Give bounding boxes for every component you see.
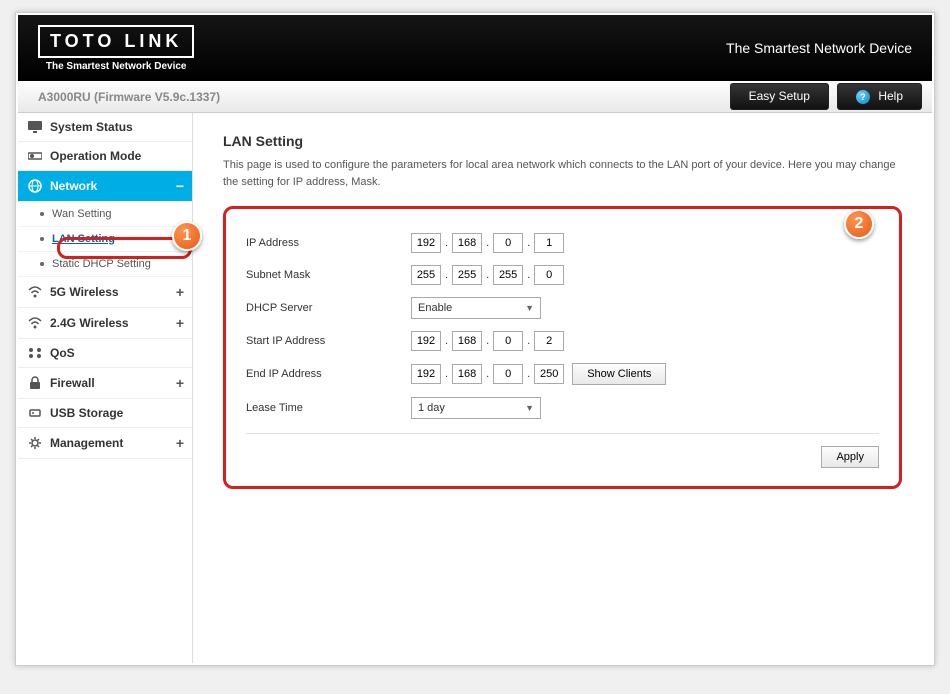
end-ip-octet-4[interactable]	[534, 364, 564, 384]
subnet-mask-octet-1[interactable]	[411, 265, 441, 285]
usb-icon	[26, 407, 44, 419]
help-label: Help	[878, 89, 903, 103]
start-ip-octet-3[interactable]	[493, 331, 523, 351]
nav-label: Management	[50, 436, 123, 450]
lease-time-label: Lease Time	[246, 402, 411, 414]
bullet-icon	[40, 212, 44, 216]
help-icon: ?	[856, 90, 870, 104]
sidebar: System Status Operation Mode Network − W…	[18, 113, 193, 663]
subnet-mask-octet-4[interactable]	[534, 265, 564, 285]
start-ip-octet-1[interactable]	[411, 331, 441, 351]
nav-operation-mode[interactable]: Operation Mode	[18, 142, 192, 171]
ip-address-label: IP Address	[246, 237, 411, 249]
chevron-down-icon: ▼	[525, 403, 534, 413]
divider	[246, 433, 879, 434]
nav-firewall[interactable]: Firewall +	[18, 368, 192, 399]
annotation-marker-1: 1	[172, 221, 202, 251]
logo-text: TOTO LINK	[38, 25, 194, 58]
ip-address-octet-2[interactable]	[452, 233, 482, 253]
logo-subtitle: The Smartest Network Device	[46, 61, 187, 72]
nav-label: USB Storage	[50, 406, 123, 420]
nav-usb-storage[interactable]: USB Storage	[18, 399, 192, 428]
gear-icon	[26, 436, 44, 450]
bullet-icon	[40, 237, 44, 241]
nav-24g-wireless[interactable]: 2.4G Wireless +	[18, 308, 192, 339]
ip-address-octet-4[interactable]	[534, 233, 564, 253]
end-ip-octet-1[interactable]	[411, 364, 441, 384]
header-bar: TOTO LINK The Smartest Network Device Th…	[18, 15, 932, 81]
page-title: LAN Setting	[223, 133, 902, 149]
nav-label: Firewall	[50, 376, 95, 390]
collapse-icon: −	[176, 178, 184, 194]
start-ip-octet-2[interactable]	[452, 331, 482, 351]
lan-settings-form: IP Address . . . Subnet Mask . . .	[223, 206, 902, 489]
monitor-icon	[26, 121, 44, 133]
nav-qos[interactable]: QoS	[18, 339, 192, 368]
nav-wan-setting[interactable]: Wan Setting	[18, 202, 192, 227]
lease-time-select[interactable]: 1 day ▼	[411, 397, 541, 419]
nav-label: QoS	[50, 346, 75, 360]
start-ip-label: Start IP Address	[246, 335, 411, 347]
qos-icon	[26, 347, 44, 359]
wifi-icon	[26, 286, 44, 298]
end-ip-octet-3[interactable]	[493, 364, 523, 384]
nav-system-status[interactable]: System Status	[18, 113, 192, 142]
subnet-mask-octet-3[interactable]	[493, 265, 523, 285]
nav-label: System Status	[50, 120, 133, 134]
nav-label: Network	[50, 179, 97, 193]
ip-address-octet-3[interactable]	[493, 233, 523, 253]
header-tagline: The Smartest Network Device	[726, 40, 912, 56]
expand-icon: +	[176, 435, 184, 451]
subnet-mask-octet-2[interactable]	[452, 265, 482, 285]
sub-label: Static DHCP Setting	[52, 258, 151, 270]
logo: TOTO LINK The Smartest Network Device	[38, 25, 194, 72]
annotation-marker-2: 2	[844, 209, 874, 239]
nav-5g-wireless[interactable]: 5G Wireless +	[18, 277, 192, 308]
show-clients-button[interactable]: Show Clients	[572, 363, 666, 385]
globe-icon	[26, 179, 44, 193]
page-description: This page is used to configure the param…	[223, 157, 902, 190]
switch-icon	[26, 150, 44, 162]
help-button[interactable]: ? Help	[837, 83, 922, 110]
nav-label: 5G Wireless	[50, 285, 119, 299]
nav-label: 2.4G Wireless	[50, 316, 129, 330]
start-ip-octet-4[interactable]	[534, 331, 564, 351]
nav-label: Operation Mode	[50, 149, 141, 163]
easy-setup-button[interactable]: Easy Setup	[730, 83, 829, 110]
subnet-mask-label: Subnet Mask	[246, 269, 411, 281]
content-area: LAN Setting This page is used to configu…	[193, 113, 932, 663]
wifi-icon	[26, 317, 44, 329]
dhcp-server-label: DHCP Server	[246, 302, 411, 314]
nav-network[interactable]: Network −	[18, 171, 192, 202]
end-ip-octet-2[interactable]	[452, 364, 482, 384]
ip-address-octet-1[interactable]	[411, 233, 441, 253]
sub-label: Wan Setting	[52, 208, 112, 220]
expand-icon: +	[176, 284, 184, 300]
firmware-text: A3000RU (Firmware V5.9c.1337)	[38, 90, 220, 104]
chevron-down-icon: ▼	[525, 303, 534, 313]
lock-icon	[26, 376, 44, 390]
expand-icon: +	[176, 315, 184, 331]
end-ip-label: End IP Address	[246, 368, 411, 380]
apply-button[interactable]: Apply	[821, 446, 879, 468]
expand-icon: +	[176, 375, 184, 391]
bullet-icon	[40, 262, 44, 266]
dhcp-server-select[interactable]: Enable ▼	[411, 297, 541, 319]
nav-management[interactable]: Management +	[18, 428, 192, 459]
dhcp-server-value: Enable	[418, 302, 452, 314]
info-bar: A3000RU (Firmware V5.9c.1337) Easy Setup…	[18, 81, 932, 113]
lease-time-value: 1 day	[418, 402, 445, 414]
